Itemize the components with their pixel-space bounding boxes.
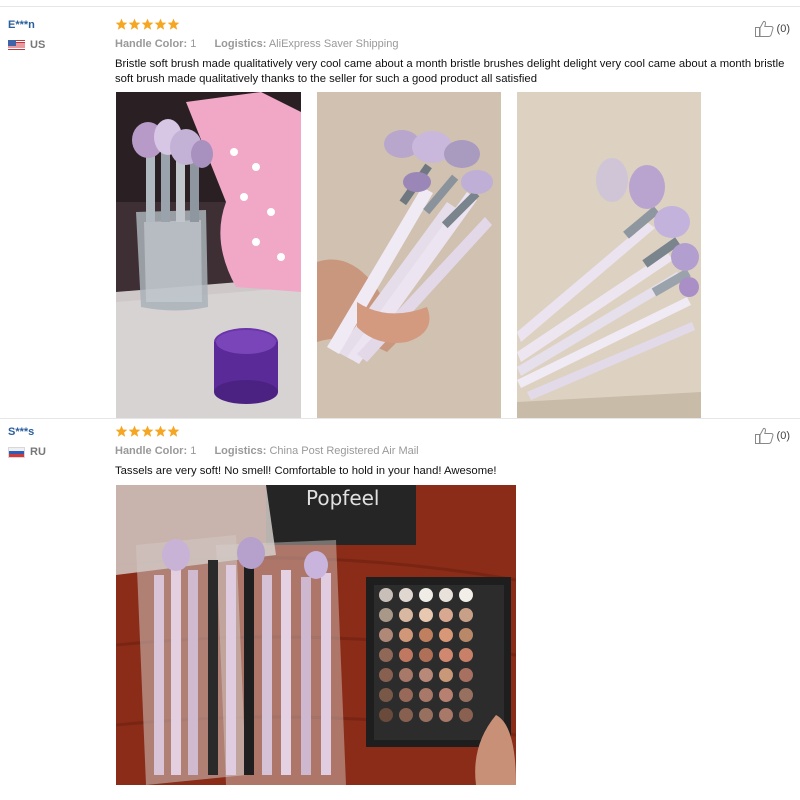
- star-icon: [141, 18, 154, 30]
- review-item: S***s RU Handle Color: 1 Logistics: Chin…: [0, 425, 800, 795]
- reviewer-name[interactable]: S***s: [8, 425, 108, 439]
- brushes-fanned-image: [517, 92, 701, 419]
- logistics-value: AliExpress Saver Shipping: [268, 38, 399, 50]
- helpful-button[interactable]: (0): [754, 427, 790, 444]
- reviewer-country: US: [8, 39, 108, 51]
- review-content: Handle Color: 1 Logistics: AliExpress Sa…: [115, 18, 795, 87]
- handle-color-value: 1: [190, 445, 197, 457]
- star-rating: [115, 18, 795, 33]
- helpful-count: (0): [776, 22, 790, 35]
- country-code: RU: [30, 446, 46, 458]
- reviewer-info: E***n US: [8, 18, 108, 51]
- logistics-value: China Post Registered Air Mail: [269, 445, 419, 457]
- review-photo[interactable]: [317, 92, 501, 419]
- review-divider: [0, 418, 800, 419]
- brushes-in-jar-image: [116, 92, 301, 419]
- star-icon: [115, 18, 128, 30]
- star-rating: [115, 425, 795, 440]
- brushes-and-palette-image: Popfeel: [116, 485, 516, 785]
- review-text: Tassels are very soft! No smell! Comfort…: [115, 465, 497, 477]
- reviewer-info: S***s RU: [8, 425, 108, 458]
- handle-color-value: 1: [190, 38, 197, 50]
- review-photo[interactable]: [517, 92, 701, 419]
- star-icon: [167, 18, 180, 30]
- us-flag-icon: [8, 39, 25, 51]
- order-info: Handle Color: 1 Logistics: China Post Re…: [115, 444, 795, 458]
- star-icon: [154, 18, 167, 30]
- review-content: Handle Color: 1 Logistics: China Post Re…: [115, 425, 795, 479]
- reviewer-country: RU: [8, 446, 108, 458]
- review-item: E***n US Handle Color: 1 Logistics: AliE…: [0, 18, 800, 423]
- logistics-label: Logistics:: [214, 445, 267, 457]
- star-icon: [128, 18, 141, 30]
- reviewer-name[interactable]: E***n: [8, 18, 108, 32]
- thumbs-up-icon: [754, 20, 774, 37]
- thumbs-up-icon: [754, 427, 774, 444]
- ru-flag-icon: [8, 446, 25, 458]
- top-divider: [0, 6, 800, 7]
- star-icon: [128, 425, 141, 437]
- handle-color-label: Handle Color:: [115, 38, 188, 50]
- star-icon: [154, 425, 167, 437]
- logistics-label: Logistics:: [214, 38, 267, 50]
- helpful-button[interactable]: (0): [754, 20, 790, 37]
- brushes-in-hand-image: [317, 92, 501, 419]
- review-photo[interactable]: Popfeel: [116, 485, 516, 785]
- handle-color-label: Handle Color:: [115, 445, 188, 457]
- star-icon: [115, 425, 128, 437]
- review-photo[interactable]: [116, 92, 301, 419]
- star-icon: [141, 425, 154, 437]
- country-code: US: [30, 39, 46, 51]
- star-icon: [167, 425, 180, 437]
- helpful-count: (0): [776, 429, 790, 442]
- order-info: Handle Color: 1 Logistics: AliExpress Sa…: [115, 37, 795, 51]
- box-brand-text: Popfeel: [306, 486, 380, 510]
- review-text: Bristle soft brush made qualitatively ve…: [115, 58, 785, 85]
